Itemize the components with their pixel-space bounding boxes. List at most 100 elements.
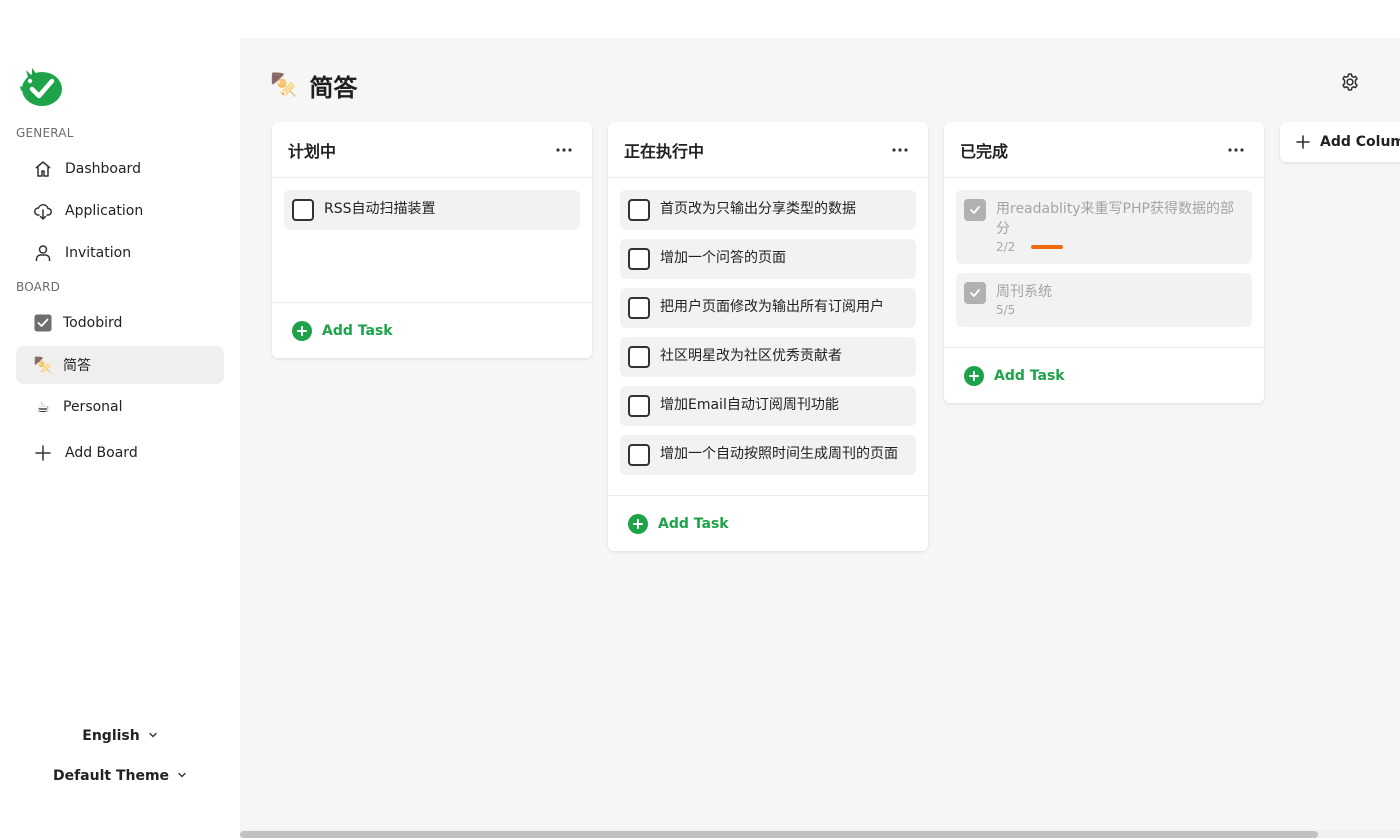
- add-column-button[interactable]: Add Column: [1280, 122, 1400, 162]
- task-card[interactable]: 用readablity来重写PHP获得数据的部分 2/2: [956, 190, 1252, 264]
- add-board-label: Add Board: [65, 445, 138, 461]
- task-checkbox[interactable]: [628, 444, 650, 466]
- coffee-icon: ☕: [36, 397, 50, 416]
- column-title: 计划中: [288, 141, 337, 161]
- column-title: 正在执行中: [624, 141, 705, 161]
- sidebar-item-dashboard[interactable]: Dashboard: [16, 150, 224, 188]
- task-card[interactable]: 增加一个问答的页面: [620, 239, 916, 279]
- sidebar-item-todobird[interactable]: Todobird: [16, 304, 224, 342]
- column-task-list: 用readablity来重写PHP获得数据的部分 2/2 周刊系统 5/5: [944, 178, 1264, 347]
- task-checkbox[interactable]: [628, 199, 650, 221]
- task-checkbox[interactable]: [628, 395, 650, 417]
- sidebar-item-label: 简答: [63, 358, 91, 374]
- board-emoji-icon: 🍢: [270, 72, 298, 98]
- plus-circle-icon: [628, 513, 648, 534]
- subtask-progress-bar: [1031, 245, 1064, 249]
- user-icon: [32, 242, 54, 264]
- subtask-count: 5/5: [996, 303, 1016, 317]
- cloud-download-icon: [32, 200, 54, 222]
- subtask-count: 2/2: [996, 240, 1016, 254]
- plus-icon: [32, 442, 54, 464]
- subtask-meta: 5/5: [996, 302, 1052, 318]
- task-card[interactable]: 社区明星改为社区优秀贡献者: [620, 337, 916, 377]
- sidebar-item-label: Personal: [63, 399, 123, 415]
- more-horizontal-icon: [556, 147, 572, 152]
- check-icon: [970, 206, 980, 214]
- column-title: 已完成: [960, 141, 1009, 161]
- app-logo-icon: [16, 64, 64, 108]
- plus-circle-icon: [292, 320, 312, 341]
- task-checkbox[interactable]: [628, 346, 650, 368]
- sidebar-item-label: Application: [65, 203, 144, 219]
- gear-icon: [1342, 73, 1358, 91]
- column-task-list: 首页改为只输出分享类型的数据 增加一个问答的页面 把用户页面修改为输出所有订阅用…: [608, 178, 928, 495]
- more-horizontal-icon: [892, 147, 908, 152]
- task-title: 增加Email自动订阅周刊功能: [660, 397, 839, 413]
- task-card[interactable]: 周刊系统 5/5: [956, 273, 1252, 327]
- task-checkbox[interactable]: [628, 248, 650, 270]
- task-card[interactable]: 增加Email自动订阅周刊功能: [620, 386, 916, 426]
- checkbox-icon: [33, 312, 53, 334]
- add-task-label: Add Task: [994, 367, 1065, 384]
- task-checkbox-checked[interactable]: [964, 199, 986, 221]
- task-card[interactable]: 增加一个自动按照时间生成周刊的页面: [620, 435, 916, 475]
- sidebar: GENERAL Dashboard Application Invitation…: [0, 0, 240, 838]
- add-task-button[interactable]: Add Task: [944, 347, 1264, 403]
- task-card[interactable]: RSS自动扫描装置: [284, 190, 580, 230]
- language-select[interactable]: English: [0, 728, 240, 744]
- chevron-down-icon: [177, 768, 187, 784]
- column-more-button[interactable]: [888, 138, 912, 162]
- column-done: 已完成 用readablity来重写PHP获得数据的部分 2/2 周刊系统 5/…: [944, 122, 1264, 403]
- scrollbar-thumb[interactable]: [240, 831, 1318, 838]
- column-more-button[interactable]: [552, 138, 576, 162]
- sidebar-item-personal[interactable]: ☕ Personal: [16, 388, 224, 426]
- task-title: RSS自动扫描装置: [324, 201, 436, 217]
- add-task-button[interactable]: Add Task: [608, 495, 928, 551]
- skewer-icon: 🍢: [33, 355, 53, 374]
- column-header: 已完成: [944, 122, 1264, 178]
- settings-gear-button[interactable]: [1340, 72, 1360, 92]
- sidebar-item-jianda[interactable]: 🍢 简答: [16, 346, 224, 384]
- add-column-label: Add Column: [1320, 134, 1400, 150]
- plus-circle-icon: [964, 365, 984, 386]
- task-title: 增加一个自动按照时间生成周刊的页面: [660, 446, 898, 462]
- page-title: 🍢 简答: [270, 68, 357, 103]
- column-more-button[interactable]: [1224, 138, 1248, 162]
- column-task-list: RSS自动扫描装置: [272, 178, 592, 302]
- sidebar-item-application[interactable]: Application: [16, 192, 224, 230]
- plus-icon: [1296, 135, 1310, 149]
- chevron-down-icon: [148, 728, 158, 744]
- task-title: 把用户页面修改为输出所有订阅用户: [660, 299, 884, 315]
- add-task-label: Add Task: [658, 515, 729, 532]
- board-area: 🍢 简答 计划中 RSS自动扫描装置 Add Task 正在执行中 首页改为只输…: [240, 38, 1400, 838]
- task-title: 用readablity来重写PHP获得数据的部分: [996, 201, 1234, 237]
- task-card[interactable]: 首页改为只输出分享类型的数据: [620, 190, 916, 230]
- column-in-progress: 正在执行中 首页改为只输出分享类型的数据 增加一个问答的页面 把用户页面修改为输…: [608, 122, 928, 551]
- add-task-button[interactable]: Add Task: [272, 302, 592, 358]
- column-planned: 计划中 RSS自动扫描装置 Add Task: [272, 122, 592, 358]
- task-title: 社区明星改为社区优秀贡献者: [660, 348, 842, 364]
- board-section-label: BOARD: [16, 280, 61, 294]
- theme-select[interactable]: Default Theme: [0, 768, 240, 784]
- language-value: English: [82, 728, 140, 744]
- subtask-meta: 2/2: [996, 239, 1244, 255]
- sidebar-item-invitation[interactable]: Invitation: [16, 234, 224, 272]
- add-board-button[interactable]: Add Board: [16, 434, 224, 472]
- sidebar-item-label: Dashboard: [65, 161, 141, 177]
- horizontal-scrollbar[interactable]: [240, 830, 1400, 838]
- page-title-text: 简答: [309, 74, 358, 102]
- task-title: 周刊系统: [996, 284, 1052, 300]
- check-icon: [970, 289, 980, 297]
- sidebar-item-label: Todobird: [63, 315, 123, 331]
- task-checkbox[interactable]: [628, 297, 650, 319]
- sidebar-item-label: Invitation: [65, 245, 132, 261]
- home-icon: [32, 158, 54, 180]
- column-header: 正在执行中: [608, 122, 928, 178]
- task-checkbox-checked[interactable]: [964, 282, 986, 304]
- task-checkbox[interactable]: [292, 199, 314, 221]
- task-card[interactable]: 把用户页面修改为输出所有订阅用户: [620, 288, 916, 328]
- general-section-label: GENERAL: [16, 126, 74, 140]
- task-title: 增加一个问答的页面: [660, 250, 786, 266]
- more-horizontal-icon: [1228, 147, 1244, 152]
- add-task-label: Add Task: [322, 322, 393, 339]
